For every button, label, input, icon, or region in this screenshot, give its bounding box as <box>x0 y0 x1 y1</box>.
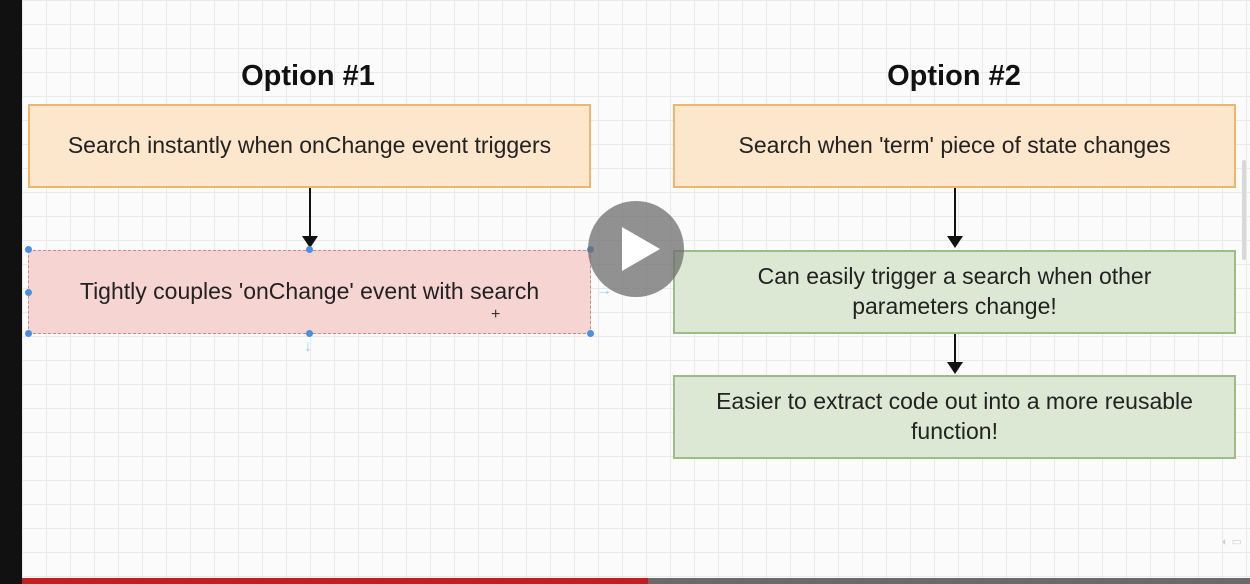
selection-handle[interactable] <box>306 246 313 253</box>
option2-title: Option #2 <box>887 60 1021 92</box>
option2-arrow-1-head <box>947 236 963 248</box>
scrollbar-thumb[interactable] <box>1242 160 1246 260</box>
play-button[interactable] <box>588 201 684 297</box>
option2-step2-box[interactable]: Can easily trigger a search when other p… <box>673 250 1236 334</box>
selection-handle[interactable] <box>25 330 32 337</box>
selection-handle[interactable] <box>587 330 594 337</box>
option2-arrow-1 <box>954 188 956 236</box>
option1-step1-box[interactable]: Search instantly when onChange event tri… <box>28 104 591 188</box>
option1-step2-box[interactable]: Tightly couples 'onChange' event with se… <box>28 250 591 334</box>
option1-title: Option #1 <box>241 60 375 92</box>
udemy-watermark-icon: ◐ ▭ <box>1221 536 1242 548</box>
video-progress-bar[interactable] <box>22 578 1250 584</box>
option2-arrow-2-head <box>947 362 963 374</box>
left-edge-bar <box>0 0 22 584</box>
option1-arrow <box>309 188 311 236</box>
selection-handle[interactable] <box>306 330 313 337</box>
selection-handle[interactable] <box>25 246 32 253</box>
selection-handle[interactable] <box>25 289 32 296</box>
play-icon <box>622 227 660 271</box>
connector-hint-arrow-down-icon[interactable]: ↓ <box>304 338 312 356</box>
option2-arrow-2 <box>954 334 956 362</box>
option2-step1-box[interactable]: Search when 'term' piece of state change… <box>673 104 1236 188</box>
cursor-crosshair-icon: + <box>491 306 501 323</box>
option2-step3-box[interactable]: Easier to extract code out into a more r… <box>673 375 1236 459</box>
video-progress-fill <box>22 578 649 584</box>
